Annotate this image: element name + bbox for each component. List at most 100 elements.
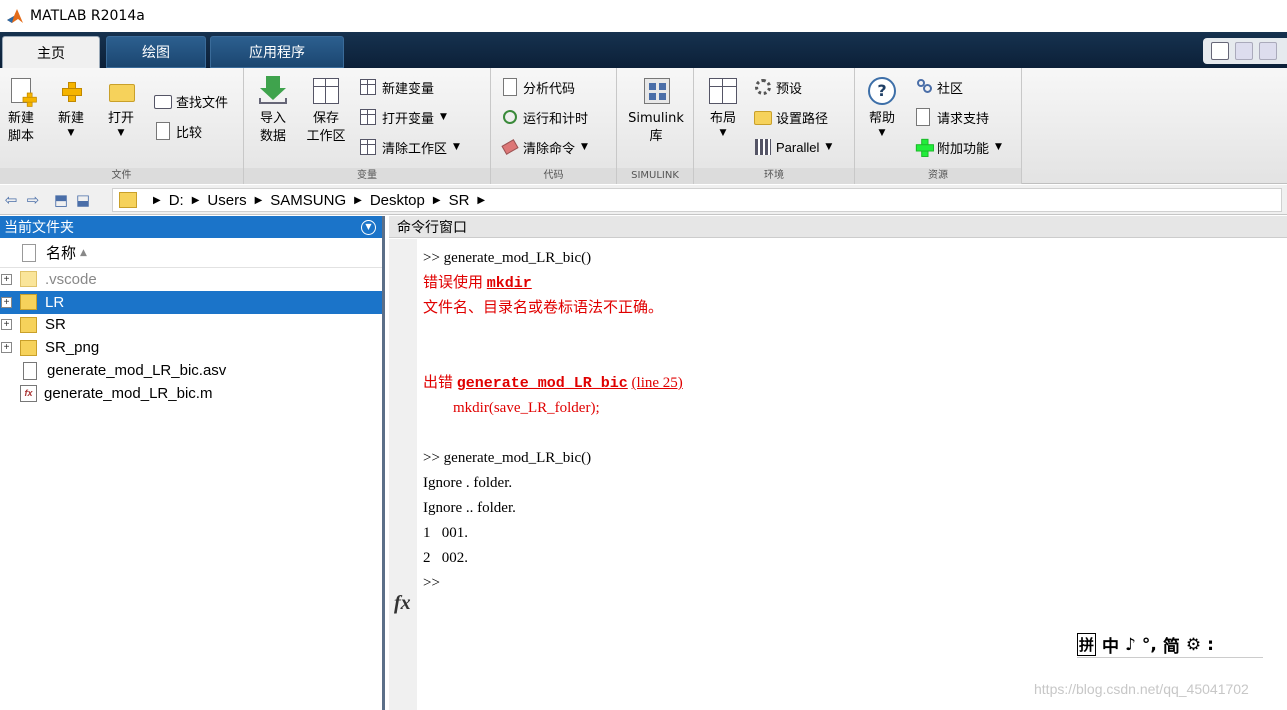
new-script-label: 新建 脚本 [7, 111, 34, 144]
ime-pinyin-icon[interactable]: 拼 [1077, 633, 1097, 656]
tab-plots[interactable]: 绘图 [106, 36, 206, 68]
ime-settings-icon[interactable]: ⚙ [1186, 635, 1201, 655]
command-prompt[interactable]: >> [423, 571, 1287, 596]
simulink-library-label: Simulink 库 [628, 111, 684, 144]
new-variable-button[interactable]: 新建变量 [360, 76, 434, 98]
compare-button[interactable]: 比较 [154, 120, 202, 142]
open-variable-icon [360, 108, 378, 126]
clear-commands-button[interactable]: 清除命令 ▼ [501, 136, 588, 158]
cut-icon[interactable] [1259, 42, 1277, 60]
open-button[interactable]: 打开 ▼ [100, 76, 142, 138]
command-line: >> generate_mod_LR_bic() [423, 250, 592, 266]
breadcrumb-item[interactable]: Desktop [370, 192, 425, 209]
list-item[interactable]: fx generate_mod_LR_bic.m [0, 382, 382, 405]
panel-options-icon[interactable]: ▼ [361, 219, 376, 235]
simulink-library-button[interactable]: Simulink 库 [625, 76, 687, 146]
title-bar: MATLAB R2014a [0, 0, 1287, 32]
add-ons-label: 附加功能 [937, 141, 990, 157]
browse-folder-icon[interactable]: ⬓ [72, 191, 94, 209]
error-function-link[interactable]: mkdir [487, 275, 532, 292]
clear-commands-label: 清除命令 [523, 141, 576, 157]
error-message: 文件名、目录名或卷标语法不正确。 [423, 300, 664, 316]
help-icon: ? [867, 76, 897, 106]
parallel-button[interactable]: Parallel ▼ [754, 136, 832, 158]
help-button[interactable]: ? 帮助 ▼ [861, 76, 903, 138]
current-folder-panel: 当前文件夹 ▼ 名称 ▲ + .vscode + LR + SR + SR_pn… [0, 216, 385, 710]
save-workspace-icon [311, 76, 341, 106]
analyze-code-button[interactable]: 分析代码 [501, 76, 575, 98]
file-name: LR [45, 293, 65, 311]
list-item[interactable]: + SR [0, 314, 382, 337]
ime-halfwidth-icon[interactable]: ♪ [1125, 635, 1136, 655]
layout-button[interactable]: 布局 ▼ [702, 76, 744, 138]
import-data-button[interactable]: 导入 数据 [252, 76, 294, 146]
clear-workspace-icon [360, 138, 378, 156]
error-line: 错误使用 mkdir [423, 271, 1287, 296]
save-icon[interactable] [1235, 42, 1253, 60]
function-browser-icon[interactable]: fx [394, 592, 411, 615]
output-line: 1 001. [423, 525, 468, 541]
chevron-down-icon: ▼ [825, 142, 833, 152]
file-icon [23, 361, 37, 380]
breadcrumb-item[interactable]: SAMSUNG [270, 192, 346, 209]
tab-apps[interactable]: 应用程序 [210, 36, 344, 68]
ime-more-icon[interactable]: : [1207, 635, 1214, 655]
breadcrumb-item[interactable]: SR [449, 192, 470, 209]
window-title: MATLAB R2014a [30, 8, 145, 24]
environment-group-label: 环境 [694, 168, 854, 184]
preferences-button[interactable]: 预设 [754, 76, 802, 98]
tab-home[interactable]: 主页 [2, 36, 100, 68]
new-script-button[interactable]: 新建 脚本 [0, 76, 42, 146]
find-files-button[interactable]: 查找文件 [154, 90, 228, 112]
chevron-right-icon: ▶ [153, 194, 161, 206]
ime-simplified-mode[interactable]: 简 [1163, 632, 1180, 657]
eraser-icon [501, 138, 519, 156]
chevron-right-icon: ▶ [354, 194, 362, 206]
sort-ascending-icon: ▲ [80, 247, 87, 258]
expand-icon[interactable]: + [1, 273, 12, 285]
folder-icon [20, 271, 37, 288]
ime-chinese-mode[interactable]: 中 [1102, 632, 1119, 657]
file-name: .vscode [45, 270, 97, 288]
run-and-time-label: 运行和计时 [523, 111, 589, 127]
community-button[interactable]: 社区 [915, 76, 963, 98]
expand-icon[interactable]: + [1, 296, 12, 308]
new-button[interactable]: 新建 ▼ [50, 76, 92, 138]
chevron-right-icon[interactable]: ▶ [477, 195, 485, 206]
back-icon[interactable]: ⇦ [0, 191, 22, 209]
chevron-down-icon: ▼ [581, 142, 588, 152]
expand-icon[interactable]: + [1, 342, 12, 354]
forward-icon[interactable]: ⇨ [22, 191, 44, 209]
list-item[interactable]: generate_mod_LR_bic.asv [0, 359, 382, 382]
error-location-line: 出错 generate_mod_LR_bic (line 25) [423, 371, 1287, 396]
list-item[interactable]: + .vscode [0, 268, 382, 291]
column-header-name[interactable]: 名称 ▲ [0, 238, 382, 268]
find-files-label: 查找文件 [176, 95, 229, 111]
community-icon [915, 78, 933, 96]
request-support-button[interactable]: 请求支持 [915, 106, 989, 128]
error-location-prefix: 出错 [423, 375, 457, 391]
expand-icon[interactable]: + [1, 319, 12, 331]
breadcrumb-item[interactable]: Users [207, 192, 246, 209]
shortcut-icon[interactable] [1211, 42, 1229, 60]
open-variable-button[interactable]: 打开变量 ▼ [360, 106, 447, 128]
up-folder-icon[interactable]: ⬒ [50, 191, 72, 209]
error-file-link[interactable]: generate_mod_LR_bic [457, 375, 628, 392]
chevron-down-icon: ▼ [117, 128, 125, 138]
list-item[interactable]: + SR_png [0, 336, 382, 359]
ime-toolbar[interactable]: 拼 中 ♪ °, 简 ⚙ : [1077, 632, 1263, 658]
breadcrumb-item[interactable]: D: [169, 192, 184, 209]
layout-label: 布局 [709, 111, 736, 126]
clear-workspace-button[interactable]: 清除工作区 ▼ [360, 136, 460, 158]
path-breadcrumb[interactable]: ▶ D: ▶ Users ▶ SAMSUNG ▶ Desktop ▶ SR ▶ [112, 188, 1282, 212]
code-group-label: 代码 [491, 168, 616, 184]
ime-punctuation-icon[interactable]: °, [1142, 635, 1157, 655]
run-and-time-button[interactable]: 运行和计时 [501, 106, 588, 128]
add-ons-button[interactable]: 附加功能 ▼ [915, 136, 1002, 158]
address-bar: ⇦ ⇨ ⬒ ⬓ ▶ D: ▶ Users ▶ SAMSUNG ▶ Desktop… [0, 185, 1287, 215]
save-workspace-button[interactable]: 保存 工作区 [302, 76, 350, 146]
error-line-link[interactable]: (line 25) [632, 375, 683, 391]
list-item[interactable]: + LR [0, 290, 382, 314]
set-path-button[interactable]: 设置路径 [754, 106, 828, 128]
simulink-group-label: SIMULINK [617, 168, 693, 184]
